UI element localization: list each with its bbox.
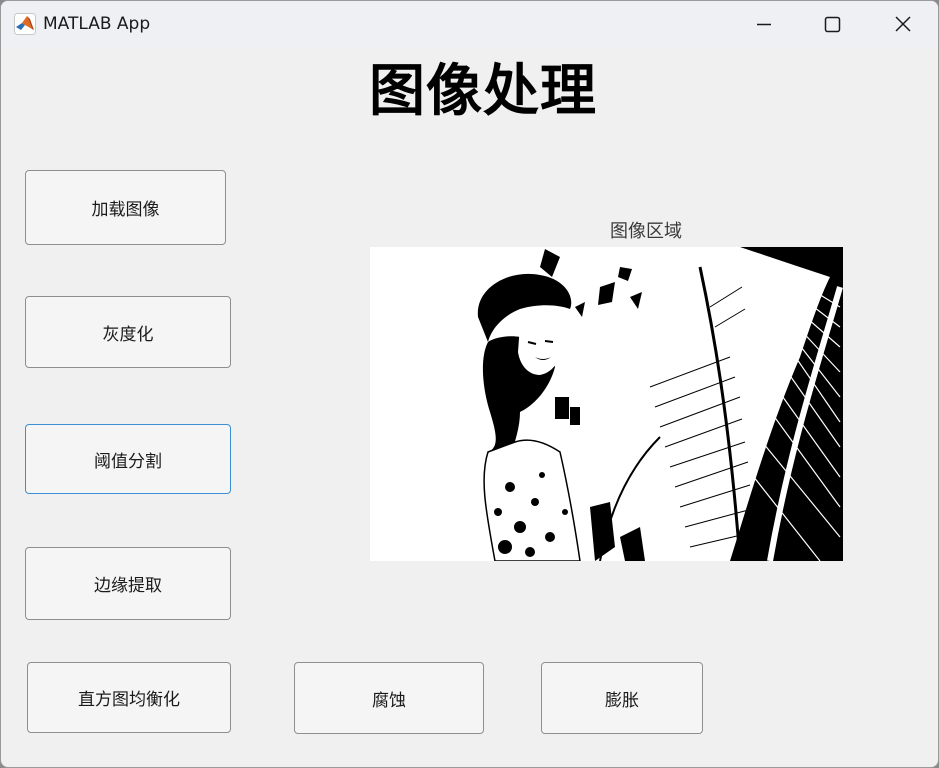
page-title: 图像处理 [369, 59, 597, 124]
close-button[interactable] [880, 1, 926, 47]
axes-title: 图像区域 [610, 221, 682, 242]
minimize-icon [757, 23, 771, 26]
title-bar[interactable]: MATLAB App [1, 1, 938, 47]
minimize-button[interactable] [741, 1, 787, 47]
window-title: MATLAB App [43, 14, 151, 34]
app-window: MATLAB App 图像处理 加载图像 灰度化 阈值分割 边缘提取 直方图均衡… [0, 0, 939, 768]
binary-threshold-image [370, 247, 843, 561]
threshold-button[interactable]: 阈值分割 [25, 424, 231, 494]
image-axes [370, 247, 843, 561]
dilate-button[interactable]: 膨胀 [541, 662, 703, 734]
edge-detect-button[interactable]: 边缘提取 [25, 547, 231, 620]
close-icon [895, 16, 911, 32]
maximize-icon [824, 16, 841, 33]
maximize-button[interactable] [809, 1, 855, 47]
histogram-equalization-button[interactable]: 直方图均衡化 [27, 662, 231, 733]
load-image-button[interactable]: 加载图像 [25, 170, 226, 245]
erode-button[interactable]: 腐蚀 [294, 662, 484, 734]
matlab-icon [14, 13, 36, 35]
grayscale-button[interactable]: 灰度化 [25, 296, 231, 368]
